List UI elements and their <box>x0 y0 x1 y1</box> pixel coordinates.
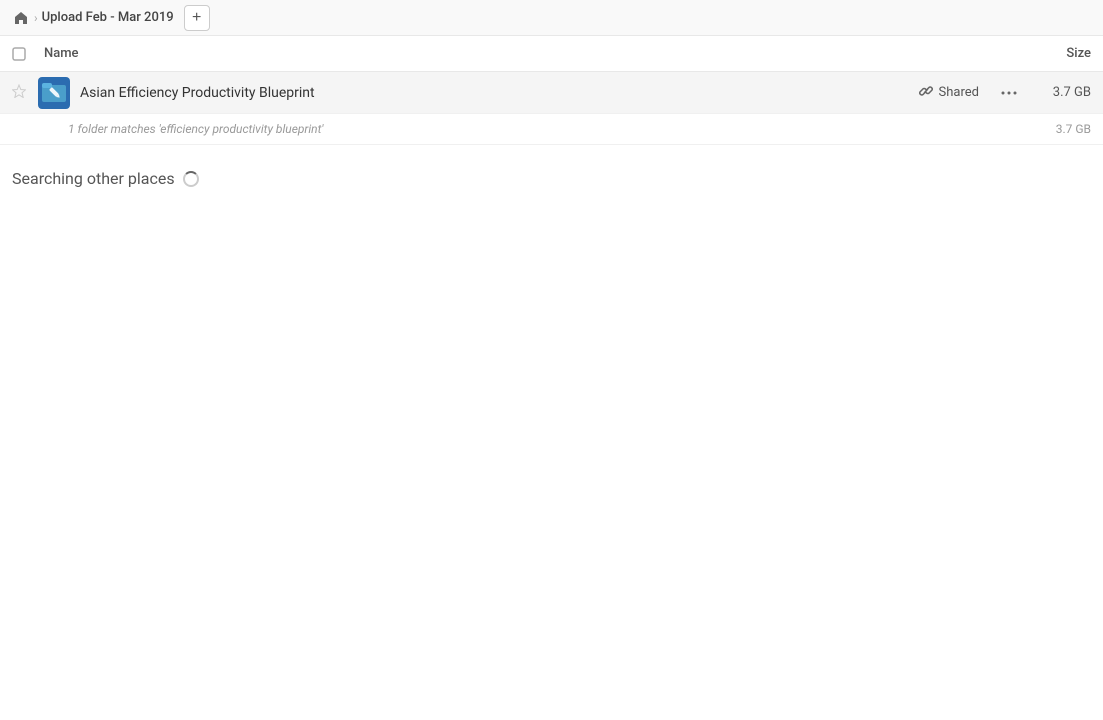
file-size: 3.7 GB <box>1031 85 1091 100</box>
add-button[interactable]: + <box>184 5 210 31</box>
searching-title: Searching other places <box>12 169 1091 188</box>
match-info-row: 1 folder matches 'efficiency productivit… <box>0 114 1103 145</box>
match-info-size: 3.7 GB <box>1056 122 1091 136</box>
column-size-header: Size <box>1011 46 1091 61</box>
home-icon[interactable] <box>12 9 30 27</box>
header-checkbox-area[interactable] <box>12 47 44 61</box>
breadcrumb-title: Upload Feb - Mar 2019 <box>42 10 174 25</box>
breadcrumb-separator: › <box>34 11 38 25</box>
file-name: Asian Efficiency Productivity Blueprint <box>80 85 919 101</box>
star-icon[interactable] <box>12 84 32 102</box>
more-options-button[interactable] <box>995 79 1023 107</box>
column-header-row: Name Size <box>0 36 1103 72</box>
file-row[interactable]: Asian Efficiency Productivity Blueprint … <box>0 72 1103 114</box>
loading-spinner <box>183 171 199 187</box>
match-info-text: 1 folder matches 'efficiency productivit… <box>68 122 1056 136</box>
folder-icon <box>38 77 70 109</box>
shared-area: Shared <box>919 84 979 102</box>
breadcrumb-bar: › Upload Feb - Mar 2019 + <box>0 0 1103 36</box>
searching-title-text: Searching other places <box>12 169 175 188</box>
shared-label: Shared <box>939 85 979 100</box>
searching-section: Searching other places <box>0 145 1103 200</box>
link-icon <box>919 84 933 102</box>
column-name-header: Name <box>44 46 1011 61</box>
